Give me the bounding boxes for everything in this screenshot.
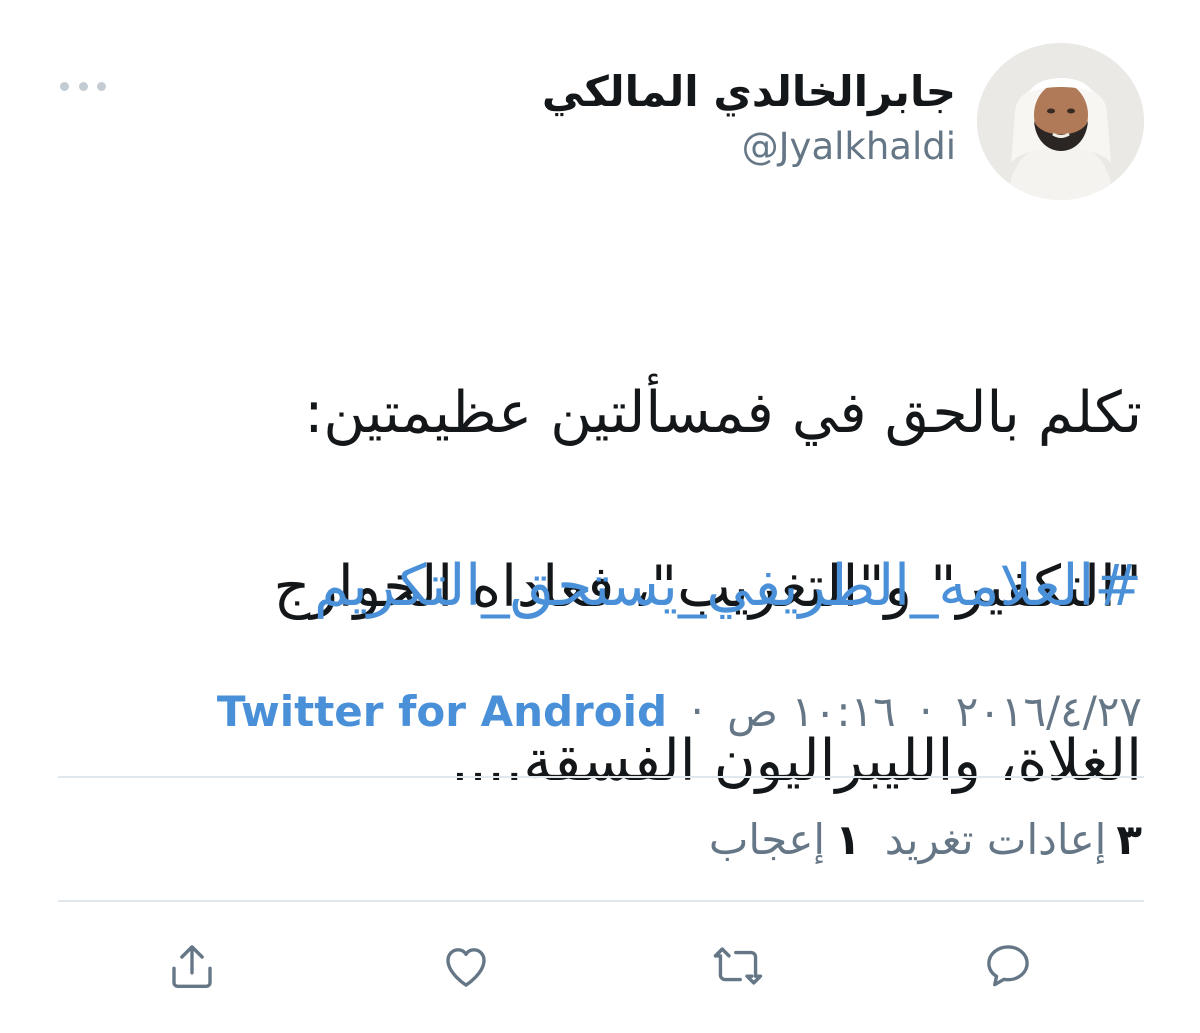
hashtag-link[interactable]: #العلامه_الطريفي_يستحق_التكريم	[314, 543, 1142, 630]
likes-stat[interactable]: ١إعجاب	[709, 815, 861, 864]
dot	[97, 81, 106, 91]
like-button[interactable]	[436, 936, 496, 996]
tweet-date: ٢٠١٦/٤/٢٧	[955, 687, 1142, 736]
divider	[58, 900, 1144, 902]
tweet-meta: ٢٠١٦/٤/٢٧ · ١٠:١٦ ص · Twitter for Androi…	[217, 684, 1142, 740]
retweet-icon	[713, 947, 763, 985]
likes-label: إعجاب	[708, 815, 826, 864]
share-icon	[172, 945, 212, 988]
avatar[interactable]	[977, 43, 1144, 200]
display-name[interactable]: جابرالخالدي المالكي	[542, 64, 956, 120]
retweets-stat[interactable]: ٣إعادات تغريد	[885, 815, 1142, 864]
heart-icon	[446, 948, 486, 987]
reply-icon	[987, 945, 1029, 987]
more-options-icon[interactable]	[60, 76, 106, 96]
share-button[interactable]	[162, 936, 222, 996]
reply-button[interactable]	[978, 936, 1038, 996]
dot	[60, 81, 69, 91]
divider	[58, 776, 1144, 778]
separator: ·	[919, 687, 933, 736]
tweet-stats: ٣إعادات تغريد ١إعجاب	[709, 810, 1142, 870]
tweet-source-link[interactable]: Twitter for Android	[217, 687, 667, 736]
user-handle[interactable]: @Jyalkhaldi	[742, 122, 956, 172]
avatar-image	[977, 43, 1144, 200]
retweet-button[interactable]	[708, 936, 768, 996]
retweets-label: إعادات تغريد	[884, 815, 1107, 864]
separator: ·	[690, 687, 704, 736]
retweets-count: ٣	[1116, 815, 1142, 864]
dot	[78, 81, 88, 91]
tweet-time: ١٠:١٦ ص	[727, 687, 896, 736]
likes-count: ١	[835, 815, 861, 864]
tweet-text-line: تكلم بالحق في فمسألتين عظيمتين:	[304, 380, 1142, 446]
